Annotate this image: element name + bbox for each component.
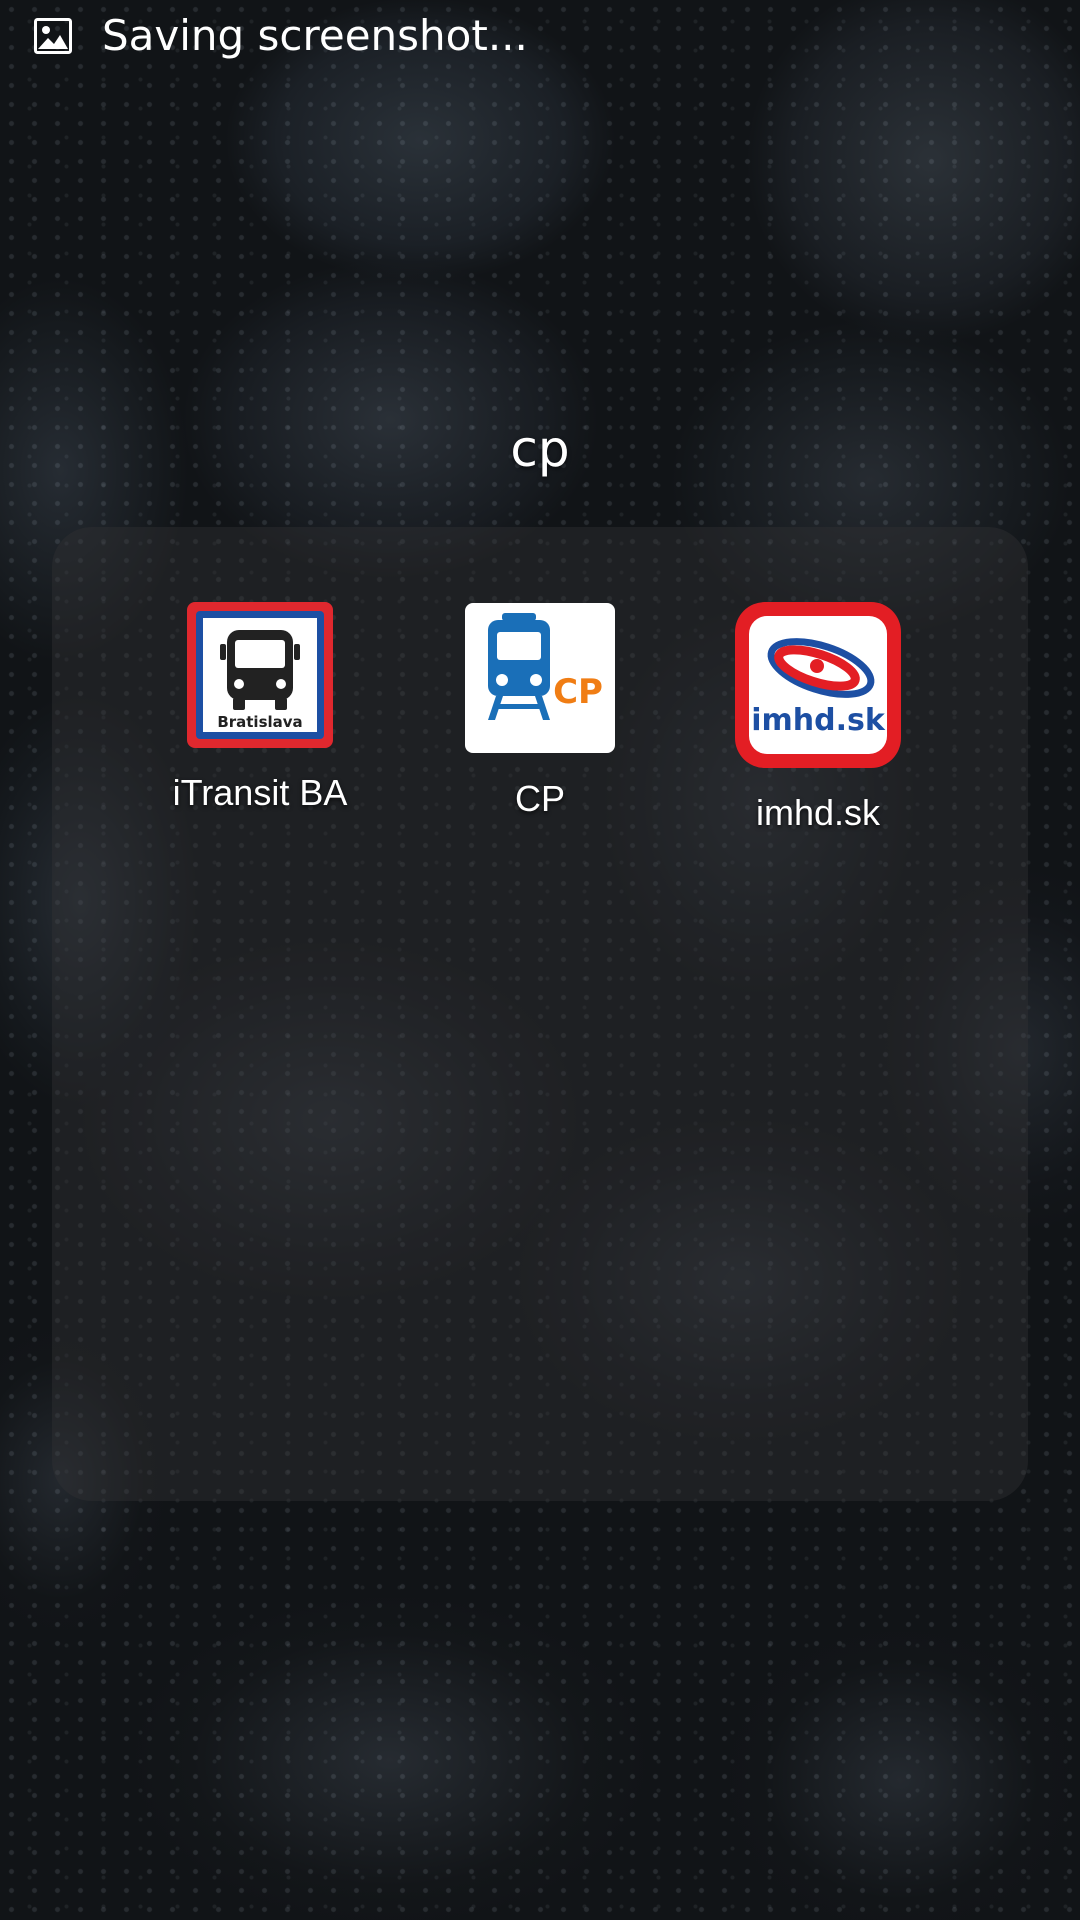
bratislava-text: Bratislava [217,713,302,731]
app-itransit-ba[interactable]: Bratislava iTransit BA [130,600,390,814]
app-imhd-sk[interactable]: imhd.sk imhd.sk [688,600,948,834]
app-label-imhd-sk: imhd.sk [755,792,881,833]
app-cp[interactable]: CP CP [410,600,670,820]
imhd-text: imhd.sk [751,703,886,738]
bus-icon: Bratislava [187,602,333,748]
train-icon: CP [465,603,615,753]
imhd-logo-icon: imhd.sk [735,602,901,768]
cp-text: CP [553,672,603,712]
folder-title[interactable]: cp [0,420,1080,478]
home-screen: Saving screenshot... cp Bratislava iTran… [0,0,1080,1920]
status-bar[interactable]: Saving screenshot... [0,0,1080,72]
image-icon [34,18,72,54]
app-label-itransit-ba: iTransit BA [172,772,348,813]
app-label-cp: CP [514,778,565,819]
notification-text: Saving screenshot... [102,11,528,60]
